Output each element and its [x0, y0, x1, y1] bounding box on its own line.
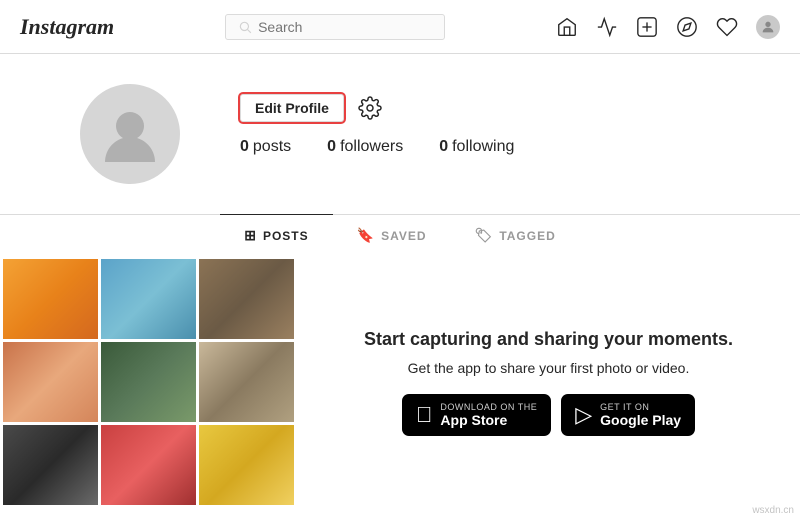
posts-count: 0: [240, 138, 249, 156]
promo-panel: Start capturing and sharing your moments…: [297, 256, 800, 508]
apple-icon: : [416, 404, 433, 426]
list-item[interactable]: [199, 425, 294, 505]
list-item[interactable]: [101, 259, 196, 339]
app-store-large-label: App Store: [440, 412, 537, 428]
list-item[interactable]: [199, 259, 294, 339]
top-navbar: Instagram: [0, 0, 800, 54]
app-store-button[interactable]:  Download on the App Store: [402, 394, 551, 436]
tagged-tab-icon: 🏷: [475, 227, 494, 244]
google-play-button[interactable]: ▷ GET IT ON Google Play: [561, 394, 695, 436]
home-icon[interactable]: [556, 16, 578, 38]
app-buttons-group:  Download on the App Store ▷ GET IT ON …: [402, 394, 695, 436]
google-play-icon: ▷: [575, 404, 592, 426]
list-item[interactable]: [3, 259, 98, 339]
list-item[interactable]: [101, 342, 196, 422]
promo-title: Start capturing and sharing your moments…: [364, 329, 733, 350]
posts-stat: 0 posts: [240, 138, 291, 156]
following-stat: 0 following: [439, 138, 514, 156]
google-play-small-label: GET IT ON: [600, 402, 681, 412]
posts-tab-label: POSTS: [263, 229, 309, 243]
profile-stats: 0 posts 0 followers 0 following: [240, 138, 514, 156]
google-play-large-label: Google Play: [600, 412, 681, 428]
add-post-icon[interactable]: [636, 16, 658, 38]
heart-icon[interactable]: [716, 16, 738, 38]
header-icons-group: [556, 15, 780, 39]
photo-grid: [0, 256, 297, 508]
search-bar[interactable]: [225, 14, 445, 40]
tab-tagged[interactable]: 🏷 TAGGED: [451, 214, 580, 256]
followers-stat: 0 followers: [327, 138, 403, 156]
followers-count: 0: [327, 138, 336, 156]
instagram-logo: Instagram: [20, 14, 114, 40]
avatar-silhouette: [100, 104, 160, 164]
user-avatar-small[interactable]: [756, 15, 780, 39]
search-input[interactable]: [258, 19, 428, 35]
edit-profile-button[interactable]: Edit Profile: [240, 94, 344, 122]
user-avatar-large: [80, 84, 180, 184]
list-item[interactable]: [199, 342, 294, 422]
tab-posts[interactable]: ⊞ POSTS: [220, 214, 332, 256]
list-item[interactable]: [3, 425, 98, 505]
saved-tab-label: SAVED: [381, 229, 426, 243]
profile-info: Edit Profile 0 posts 0 followers 0 follo…: [240, 84, 514, 156]
posts-tab-icon: ⊞: [244, 227, 257, 244]
settings-gear-icon[interactable]: [358, 96, 382, 120]
following-label: following: [452, 138, 514, 156]
list-item[interactable]: [3, 342, 98, 422]
tab-saved[interactable]: 🔖 SAVED: [333, 214, 451, 256]
content-tabs: ⊞ POSTS 🔖 SAVED 🏷 TAGGED: [0, 214, 800, 256]
search-icon: [238, 20, 252, 34]
explore-icon[interactable]: [676, 16, 698, 38]
following-count: 0: [439, 138, 448, 156]
posts-label: posts: [253, 138, 291, 156]
followers-label: followers: [340, 138, 403, 156]
app-store-small-label: Download on the: [440, 402, 537, 412]
watermark: wsxdn.cn: [752, 505, 794, 516]
list-item[interactable]: [101, 425, 196, 505]
content-area: Start capturing and sharing your moments…: [0, 256, 800, 508]
promo-subtitle: Get the app to share your first photo or…: [408, 360, 690, 376]
activity-icon[interactable]: [596, 16, 618, 38]
saved-tab-icon: 🔖: [357, 227, 375, 244]
tagged-tab-label: TAGGED: [499, 229, 555, 243]
profile-section: Edit Profile 0 posts 0 followers 0 follo…: [0, 54, 800, 204]
profile-top-row: Edit Profile: [240, 94, 514, 122]
